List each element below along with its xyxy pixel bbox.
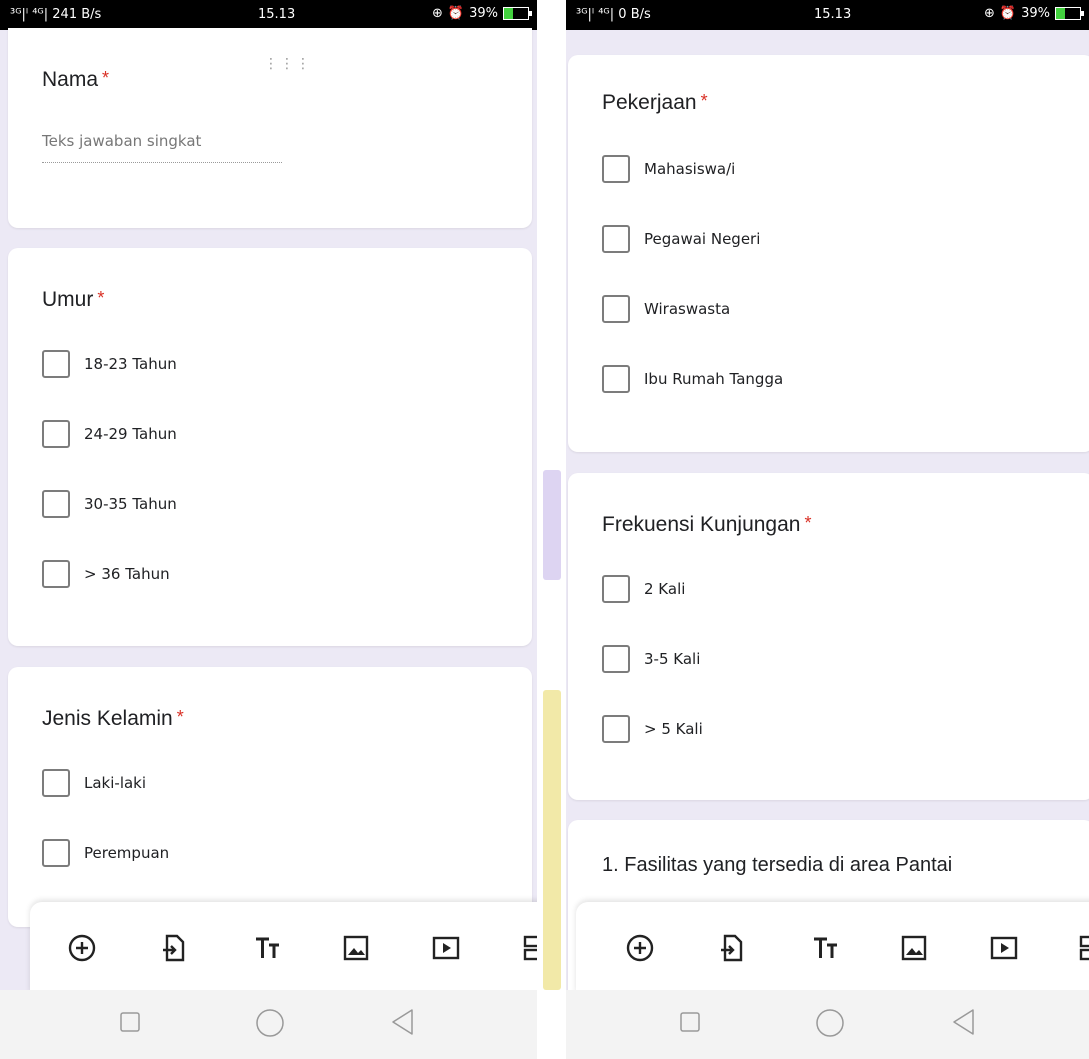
recents-square-icon[interactable] [120, 1012, 140, 1032]
home-circle-icon[interactable] [255, 1008, 285, 1038]
checkbox-option[interactable]: 30-35 Tahun [42, 490, 177, 518]
required-asterisk: * [176, 707, 184, 727]
add-section-icon[interactable] [520, 932, 537, 964]
system-nav-bar [0, 990, 537, 1059]
checkbox[interactable] [42, 839, 70, 867]
add-image-icon[interactable] [340, 932, 372, 964]
recents-square-icon[interactable] [680, 1012, 700, 1032]
question-title: Umur * [42, 288, 105, 311]
lock-rotation-icon: ⊕ [432, 6, 443, 21]
import-questions-icon[interactable] [716, 932, 748, 964]
short-answer-field[interactable]: Teks jawaban singkat [42, 132, 282, 163]
required-asterisk: * [700, 91, 708, 111]
checkbox[interactable] [602, 365, 630, 393]
required-asterisk: * [804, 513, 812, 533]
status-right: ⊕ ⏰ 39% [984, 6, 1084, 21]
form-toolbar [576, 902, 1089, 994]
checkbox-option[interactable]: > 5 Kali [602, 715, 703, 743]
add-video-icon[interactable] [430, 932, 462, 964]
battery-percent: 39% [469, 6, 498, 21]
form-toolbar [30, 902, 537, 994]
checkbox-option[interactable]: > 36 Tahun [42, 560, 170, 588]
add-section-icon[interactable] [1076, 932, 1089, 964]
drag-handle-icon[interactable]: ⋮⋮⋮ [264, 57, 312, 71]
battery-percent: 39% [1021, 6, 1050, 21]
status-right: ⊕ ⏰ 39% [432, 6, 532, 21]
import-questions-icon[interactable] [158, 932, 190, 964]
question-title: Nama * [42, 68, 110, 91]
checkbox-option[interactable]: Mahasiswa/i [602, 155, 735, 183]
network-indicator: ³ᴳ|ˡ ⁴ᴳ| 241 B/s [10, 7, 102, 22]
checkbox-option[interactable]: 24-29 Tahun [42, 420, 177, 448]
question-card-jenis-kelamin[interactable]: Jenis Kelamin * Laki-laki Perempuan [8, 667, 532, 927]
question-title: Frekuensi Kunjungan * [602, 513, 812, 536]
question-title: Pekerjaan * [602, 91, 708, 114]
system-nav-bar [566, 990, 1089, 1059]
checkbox-option[interactable]: Pegawai Negeri [602, 225, 760, 253]
question-card-nama[interactable]: ⋮⋮⋮ Nama * Teks jawaban singkat [8, 28, 532, 228]
add-question-icon[interactable] [624, 932, 656, 964]
checkbox-option[interactable]: Laki-laki [42, 769, 146, 797]
checkbox[interactable] [602, 295, 630, 323]
checkbox[interactable] [602, 225, 630, 253]
checkbox-option[interactable]: Wiraswasta [602, 295, 730, 323]
background-emblem-strip [537, 0, 566, 1059]
status-bar: ³ᴳ|ˡ ⁴ᴳ| 0 B/s 15.13 ⊕ ⏰ 39% [566, 0, 1089, 30]
required-asterisk: * [102, 68, 110, 88]
checkbox[interactable] [602, 575, 630, 603]
add-title-icon[interactable] [810, 932, 842, 964]
checkbox[interactable] [602, 715, 630, 743]
checkbox-option[interactable]: Perempuan [42, 839, 169, 867]
question-title: 1. Fasilitas yang tersedia di area Panta… [602, 854, 953, 876]
checkbox-option[interactable]: 2 Kali [602, 575, 685, 603]
alarm-icon: ⏰ [447, 6, 465, 21]
clock: 15.13 [258, 7, 296, 22]
phone-screen-right: ³ᴳ|ˡ ⁴ᴳ| 0 B/s 15.13 ⊕ ⏰ 39% Pekerjaan * … [566, 0, 1089, 1059]
checkbox[interactable] [42, 350, 70, 378]
home-circle-icon[interactable] [815, 1008, 845, 1038]
lock-rotation-icon: ⊕ [984, 6, 995, 21]
question-card-frekuensi[interactable]: Frekuensi Kunjungan * 2 Kali 3-5 Kali > 5… [568, 473, 1089, 800]
question-card-pekerjaan[interactable]: Pekerjaan * Mahasiswa/i Pegawai Negeri Wi… [568, 55, 1089, 452]
checkbox-option[interactable]: 3-5 Kali [602, 645, 700, 673]
phone-screen-left: ³ᴳ|ˡ ⁴ᴳ| 241 B/s 15.13 ⊕ ⏰ 39% ⋮⋮⋮ Nama *… [0, 0, 537, 1059]
alarm-icon: ⏰ [999, 6, 1017, 21]
back-triangle-icon[interactable] [390, 1008, 416, 1036]
add-video-icon[interactable] [988, 932, 1020, 964]
question-title: Jenis Kelamin * [42, 707, 184, 730]
battery-icon [503, 7, 532, 20]
back-triangle-icon[interactable] [951, 1008, 977, 1036]
checkbox[interactable] [42, 420, 70, 448]
checkbox[interactable] [42, 769, 70, 797]
add-question-icon[interactable] [66, 932, 98, 964]
checkbox-option[interactable]: Ibu Rumah Tangga [602, 365, 783, 393]
checkbox[interactable] [42, 490, 70, 518]
add-title-icon[interactable] [252, 932, 284, 964]
battery-icon [1055, 7, 1084, 20]
question-card-umur[interactable]: Umur * 18-23 Tahun 24-29 Tahun 30-35 Tahu… [8, 248, 532, 646]
network-indicator: ³ᴳ|ˡ ⁴ᴳ| 0 B/s [576, 7, 651, 22]
clock: 15.13 [814, 7, 852, 22]
checkbox[interactable] [42, 560, 70, 588]
checkbox[interactable] [602, 645, 630, 673]
checkbox[interactable] [602, 155, 630, 183]
checkbox-option[interactable]: 18-23 Tahun [42, 350, 177, 378]
screenshot-composite: ³ᴳ|ˡ ⁴ᴳ| 241 B/s 15.13 ⊕ ⏰ 39% ⋮⋮⋮ Nama *… [0, 0, 1089, 1059]
required-asterisk: * [97, 288, 105, 308]
add-image-icon[interactable] [898, 932, 930, 964]
status-bar: ³ᴳ|ˡ ⁴ᴳ| 241 B/s 15.13 ⊕ ⏰ 39% [0, 0, 537, 30]
